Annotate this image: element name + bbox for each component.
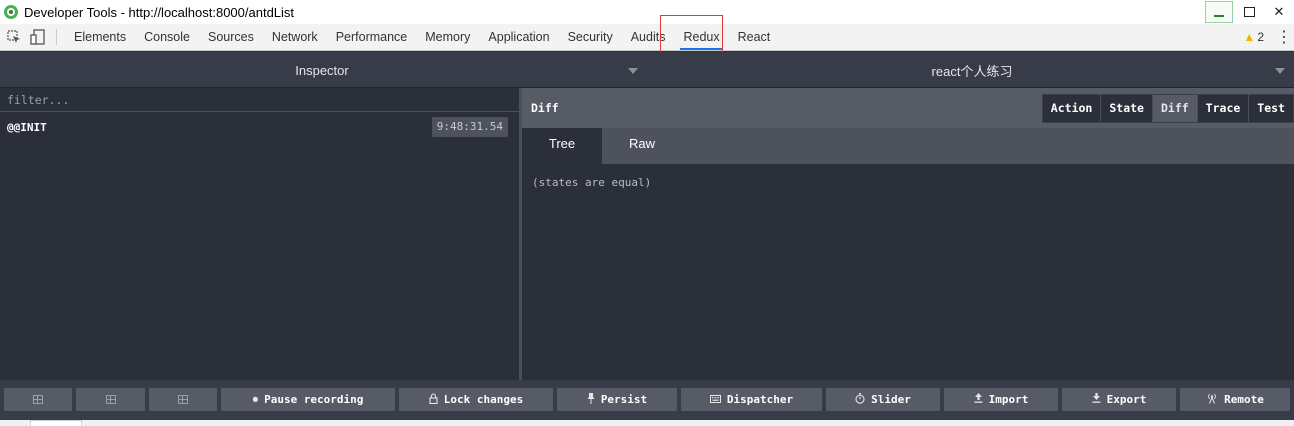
warnings-count: 2 bbox=[1257, 30, 1264, 44]
devtools-tab-bar: Elements Console Sources Network Perform… bbox=[0, 24, 1294, 51]
lock-icon bbox=[429, 392, 438, 407]
tab-memory[interactable]: Memory bbox=[416, 24, 479, 50]
toolbar-divider bbox=[56, 29, 57, 45]
view-subtabs: Tree Raw bbox=[522, 128, 1294, 164]
persist-label: Persist bbox=[600, 393, 648, 406]
minimize-icon bbox=[1214, 15, 1224, 17]
antenna-icon bbox=[1206, 393, 1218, 407]
tab-audits[interactable]: Audits bbox=[622, 24, 675, 50]
close-icon: ✕ bbox=[1273, 4, 1285, 20]
drawer-tab[interactable] bbox=[30, 420, 82, 426]
action-timestamp: 9:48:31.54 bbox=[431, 117, 508, 137]
tab-react[interactable]: React bbox=[729, 24, 780, 50]
persist-button[interactable]: Persist bbox=[557, 388, 677, 411]
inspect-element-button[interactable] bbox=[4, 27, 24, 47]
import-button[interactable]: Import bbox=[944, 388, 1058, 411]
dispatcher-label: Dispatcher bbox=[726, 393, 794, 406]
upload-icon bbox=[974, 393, 983, 406]
diff-result-text: (states are equal) bbox=[532, 176, 652, 189]
tab-test[interactable]: Test bbox=[1248, 95, 1293, 122]
tab-performance[interactable]: Performance bbox=[327, 24, 417, 50]
slider-label: Slider bbox=[871, 393, 911, 406]
export-label: Export bbox=[1106, 393, 1147, 406]
lock-changes-label: Lock changes bbox=[443, 393, 524, 406]
subtab-raw[interactable]: Raw bbox=[602, 128, 682, 164]
tab-diff[interactable]: Diff bbox=[1151, 95, 1197, 122]
layout-right-icon bbox=[105, 395, 116, 404]
tab-state[interactable]: State bbox=[1100, 95, 1152, 122]
tab-sources[interactable]: Sources bbox=[199, 24, 263, 50]
inspect-element-icon bbox=[7, 30, 20, 43]
bottom-toolbar: ⏺ Pause recording Lock changes Persist D… bbox=[0, 380, 1294, 420]
layout-right-button[interactable] bbox=[76, 388, 145, 411]
window-title-bar: Developer Tools - http://localhost:8000/… bbox=[0, 0, 1294, 24]
tab-application[interactable]: Application bbox=[479, 24, 558, 50]
tab-elements[interactable]: Elements bbox=[65, 24, 135, 50]
tab-network[interactable]: Network bbox=[263, 24, 327, 50]
chrome-logo-icon bbox=[4, 5, 18, 19]
layout-left-icon bbox=[33, 395, 43, 404]
tab-action[interactable]: Action bbox=[1042, 95, 1101, 122]
layout-bottom-button[interactable] bbox=[149, 388, 217, 411]
dispatcher-button[interactable]: Dispatcher bbox=[681, 388, 822, 411]
monitor-chevron-down-icon bbox=[628, 68, 638, 74]
detail-tab-group: Action State Diff Trace Test bbox=[1041, 94, 1294, 123]
tab-console[interactable]: Console bbox=[135, 24, 199, 50]
filter-bar bbox=[0, 88, 519, 112]
maximize-button[interactable] bbox=[1235, 1, 1263, 23]
remote-button[interactable]: Remote bbox=[1180, 388, 1290, 411]
warnings-indicator[interactable]: ▲ 2 bbox=[1243, 30, 1264, 44]
action-list-pane: @@INIT 9:48:31.54 bbox=[0, 88, 519, 380]
more-options-button[interactable]: ⋮ bbox=[1276, 29, 1292, 45]
slider-button[interactable]: Slider bbox=[826, 388, 940, 411]
layout-left-button[interactable] bbox=[4, 388, 72, 411]
instance-select[interactable]: react个人练习 bbox=[650, 52, 1294, 88]
redux-top-bar: Inspector react个人练习 bbox=[0, 52, 1294, 88]
maximize-icon bbox=[1243, 7, 1255, 17]
pause-recording-label: Pause recording bbox=[264, 393, 364, 406]
stopwatch-icon bbox=[855, 392, 865, 407]
pause-recording-button[interactable]: ⏺ Pause recording bbox=[221, 388, 395, 411]
warning-icon: ▲ bbox=[1243, 30, 1256, 44]
minimize-button[interactable] bbox=[1205, 1, 1233, 23]
window-title: Developer Tools - http://localhost:8000/… bbox=[24, 4, 295, 20]
monitor-label: Inspector bbox=[295, 62, 349, 78]
pin-icon bbox=[587, 392, 595, 407]
import-label: Import bbox=[988, 393, 1029, 406]
filter-input[interactable] bbox=[0, 88, 519, 112]
tab-trace[interactable]: Trace bbox=[1196, 95, 1249, 122]
drawer-strip bbox=[0, 420, 1294, 426]
detail-title: Diff bbox=[531, 101, 559, 115]
export-button[interactable]: Export bbox=[1062, 388, 1176, 411]
pause-circle-icon: ⏺ bbox=[252, 392, 259, 406]
tab-redux[interactable]: Redux bbox=[674, 24, 728, 50]
keyboard-icon bbox=[709, 393, 721, 406]
device-toolbar-button[interactable] bbox=[28, 27, 48, 47]
lock-changes-button[interactable]: Lock changes bbox=[399, 388, 553, 411]
layout-bottom-icon bbox=[178, 395, 188, 404]
close-button[interactable]: ✕ bbox=[1265, 1, 1293, 23]
remote-label: Remote bbox=[1224, 393, 1264, 406]
monitor-select[interactable]: Inspector bbox=[0, 52, 644, 88]
download-icon bbox=[1092, 393, 1101, 406]
action-list-item[interactable]: @@INIT 9:48:31.54 bbox=[0, 116, 519, 138]
tab-security[interactable]: Security bbox=[559, 24, 622, 50]
subtab-tree[interactable]: Tree bbox=[522, 128, 602, 164]
instance-label: react个人练习 bbox=[931, 63, 1013, 79]
action-detail-pane: Diff Action State Diff Trace Test Tree R… bbox=[522, 88, 1294, 380]
detail-header: Diff Action State Diff Trace Test bbox=[522, 88, 1294, 128]
device-mode-icon bbox=[30, 29, 45, 45]
instance-chevron-down-icon bbox=[1275, 68, 1285, 74]
window-controls: ✕ bbox=[1204, 0, 1294, 24]
action-name: @@INIT bbox=[7, 120, 47, 134]
